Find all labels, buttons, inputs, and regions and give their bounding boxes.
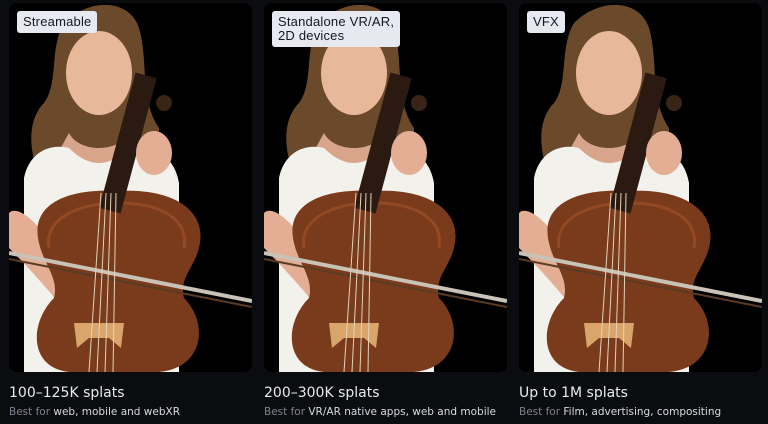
cellist-illustration (9, 3, 252, 372)
card-vfx[interactable]: VFX Up to 1M splats Best for Film, adver… (519, 3, 762, 419)
tag-label: Streamable (17, 11, 98, 33)
cellist-illustration (519, 3, 762, 372)
page: Streamable 100–125K splats Best for web,… (0, 0, 768, 424)
card-description: Best for web, mobile and webXR (9, 405, 252, 419)
card-description: Best for Film, advertising, compositing (519, 405, 762, 419)
cellist-image-streamable: Streamable (9, 3, 252, 372)
desc-highlight: web, mobile and webXR (53, 406, 181, 418)
desc-highlight: VR/AR native apps, web and mobile (308, 406, 497, 418)
tag-label: Standalone VR/AR, 2D devices (272, 11, 401, 47)
tag-label: VFX (527, 11, 565, 33)
desc-prefix: Best for (519, 406, 561, 418)
cards-row: Streamable 100–125K splats Best for web,… (9, 3, 762, 419)
card-title: Up to 1M splats (519, 385, 628, 401)
cellist-illustration (264, 3, 507, 372)
card-title: 100–125K splats (9, 385, 125, 401)
card-description: Best for VR/AR native apps, web and mobi… (264, 405, 507, 419)
desc-highlight: Film, advertising, compositing (563, 406, 722, 418)
cellist-image-standalone: Standalone VR/AR, 2D devices (264, 3, 507, 372)
desc-prefix: Best for (9, 406, 51, 418)
desc-prefix: Best for (264, 406, 306, 418)
card-streamable[interactable]: Streamable 100–125K splats Best for web,… (9, 3, 252, 419)
cellist-image-vfx: VFX (519, 3, 762, 372)
card-standalone[interactable]: Standalone VR/AR, 2D devices 200–300K sp… (264, 3, 507, 419)
card-title: 200–300K splats (264, 385, 380, 401)
